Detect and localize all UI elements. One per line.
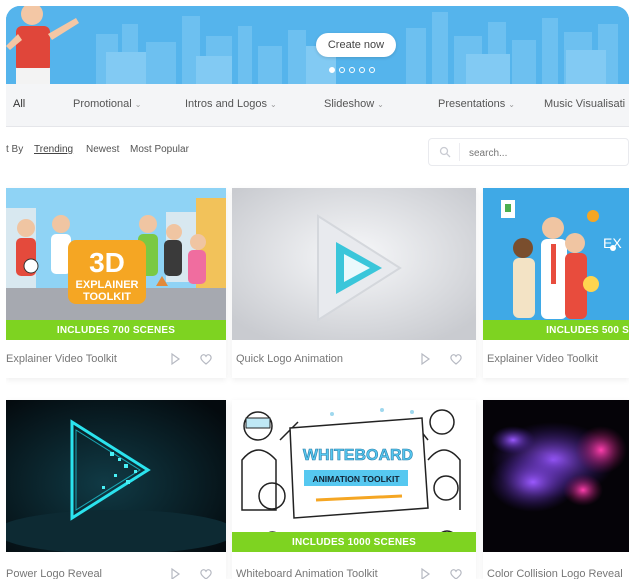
category-label: Intros and Logos bbox=[185, 98, 267, 110]
play-icon[interactable] bbox=[168, 352, 182, 366]
category-nav: All Promotional ⌄ Intros and Logos ⌄ Sli… bbox=[6, 84, 629, 127]
template-title[interactable]: Power Logo Reveal bbox=[6, 568, 102, 579]
carousel-dot[interactable] bbox=[369, 67, 375, 73]
category-tab-presentations[interactable]: Presentations ⌄ bbox=[438, 98, 515, 110]
template-title[interactable]: Quick Logo Animation bbox=[236, 353, 343, 365]
chevron-down-icon: ⌄ bbox=[134, 99, 142, 109]
carousel-dot[interactable] bbox=[349, 67, 355, 73]
search-input[interactable] bbox=[467, 143, 621, 163]
carousel-dot[interactable] bbox=[359, 67, 365, 73]
scenes-badge: INCLUDES 500 S bbox=[483, 320, 629, 340]
category-tab-music-visualisation[interactable]: Music Visualisati bbox=[544, 98, 625, 110]
heart-icon[interactable] bbox=[199, 352, 213, 366]
template-thumbnail[interactable]: 3D EXPLAINER TOOLKIT bbox=[6, 188, 226, 340]
thumbnail-text-whiteboard: WHITEBOARD bbox=[303, 447, 413, 464]
chevron-down-icon: ⌄ bbox=[269, 99, 277, 109]
power-logo-thumbnail-image bbox=[6, 400, 226, 552]
template-title[interactable]: Whiteboard Animation Toolkit bbox=[236, 568, 378, 579]
template-thumbnail[interactable] bbox=[6, 400, 226, 552]
character-illustration bbox=[6, 6, 79, 84]
category-label: All bbox=[13, 98, 26, 110]
thumbnail-text-toolkit: TOOLKIT bbox=[83, 291, 131, 303]
thumbnail-text-3d: 3D bbox=[89, 247, 125, 278]
category-label: Slideshow bbox=[324, 98, 375, 110]
whiteboard-thumbnail-image: WHITEBOARD ANIMATION TOOLKIT bbox=[232, 400, 476, 552]
template-card[interactable]: EX INCLUDES 500 S Explainer Video Toolki… bbox=[483, 188, 629, 378]
template-thumbnail[interactable]: EX bbox=[483, 188, 629, 340]
category-tab-intros-logos[interactable]: Intros and Logos ⌄ bbox=[185, 98, 277, 110]
category-label: Promotional bbox=[73, 98, 132, 110]
category-tab-all[interactable]: All bbox=[13, 98, 25, 110]
heart-icon[interactable] bbox=[449, 567, 463, 579]
heart-icon[interactable] bbox=[199, 567, 213, 579]
logo-animation-thumbnail-image bbox=[232, 188, 476, 340]
thumbnail-text-explainer: EXPLAINER bbox=[76, 279, 139, 291]
template-title[interactable]: Color Collision Logo Reveal bbox=[487, 568, 623, 579]
heart-icon[interactable] bbox=[449, 352, 463, 366]
carousel-dots bbox=[329, 67, 375, 73]
carousel-dot[interactable] bbox=[339, 67, 345, 73]
hero-banner: Create now bbox=[6, 6, 629, 84]
category-tab-promotional[interactable]: Promotional ⌄ bbox=[73, 98, 141, 110]
template-title[interactable]: Explainer Video Toolkit bbox=[6, 353, 117, 365]
sort-bar: t By Trending Newest Most Popular bbox=[6, 126, 629, 178]
thumbnail-text-animation-toolkit: ANIMATION TOOLKIT bbox=[312, 474, 400, 484]
chevron-down-icon: ⌄ bbox=[508, 99, 515, 109]
category-label: Presentations bbox=[438, 98, 506, 110]
sort-option-newest[interactable]: Newest bbox=[86, 144, 119, 155]
play-icon[interactable] bbox=[418, 352, 432, 366]
template-card[interactable]: 3D EXPLAINER TOOLKIT INCLUDES 700 SCENES… bbox=[6, 188, 226, 378]
sort-by-label: t By bbox=[6, 144, 24, 155]
template-thumbnail[interactable] bbox=[232, 188, 476, 340]
color-collision-thumbnail-image bbox=[483, 400, 629, 552]
play-icon[interactable] bbox=[418, 567, 432, 579]
create-now-button[interactable]: Create now bbox=[316, 33, 396, 57]
template-card[interactable]: Quick Logo Animation bbox=[232, 188, 476, 378]
template-card[interactable]: WHITEBOARD ANIMATION TOOLKIT INCLUDES 10… bbox=[232, 400, 476, 579]
sort-option-trending[interactable]: Trending bbox=[34, 144, 73, 155]
template-title[interactable]: Explainer Video Toolkit bbox=[487, 353, 598, 365]
chevron-down-icon: ⌄ bbox=[377, 99, 384, 109]
category-label: Music Visualisati bbox=[544, 98, 626, 110]
search-box bbox=[428, 138, 629, 166]
sort-option-most-popular[interactable]: Most Popular bbox=[130, 144, 189, 155]
scenes-badge: INCLUDES 700 SCENES bbox=[6, 320, 226, 340]
search-icon bbox=[439, 146, 451, 158]
carousel-dot[interactable] bbox=[329, 67, 335, 73]
explainer-3d-thumbnail-image: 3D EXPLAINER TOOLKIT bbox=[6, 188, 226, 340]
play-icon[interactable] bbox=[168, 567, 182, 579]
template-thumbnail[interactable]: WHITEBOARD ANIMATION TOOLKIT bbox=[232, 400, 476, 552]
template-card[interactable]: Power Logo Reveal bbox=[6, 400, 226, 579]
search-divider bbox=[459, 143, 460, 161]
explainer-flat-thumbnail-image: EX bbox=[483, 188, 629, 340]
template-thumbnail[interactable] bbox=[483, 400, 629, 552]
page-frame: Create now All Promotional ⌄ Intros and … bbox=[6, 6, 629, 579]
thumbnail-text-ex: EX bbox=[603, 235, 622, 251]
scenes-badge: INCLUDES 1000 SCENES bbox=[232, 532, 476, 552]
template-card[interactable]: Color Collision Logo Reveal bbox=[483, 400, 629, 579]
category-tab-slideshow[interactable]: Slideshow ⌄ bbox=[324, 98, 384, 110]
